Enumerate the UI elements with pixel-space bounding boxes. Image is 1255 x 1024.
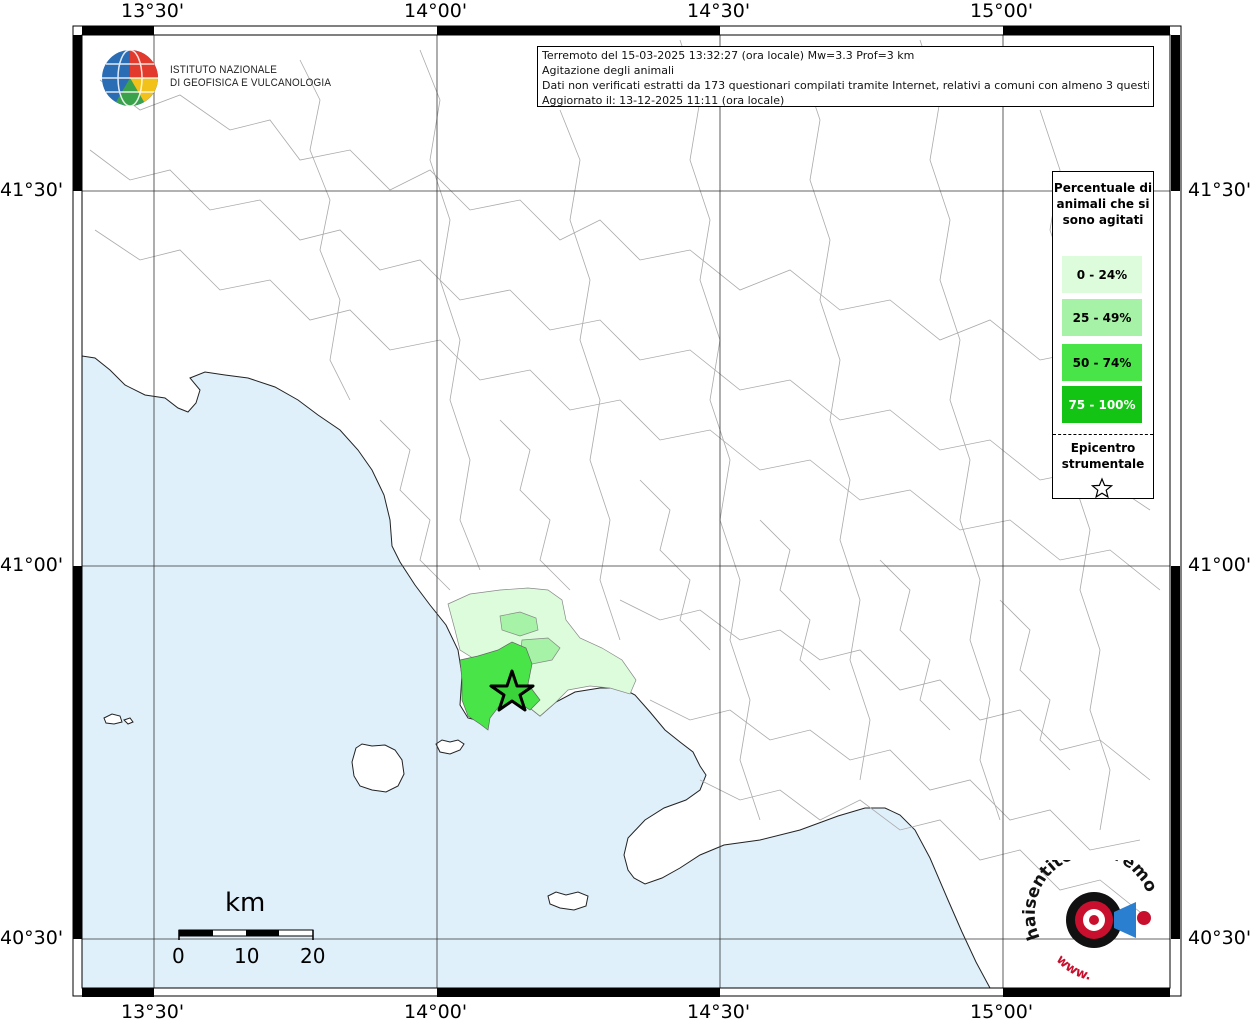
lat-label-right-3: 40°30'	[1188, 927, 1252, 949]
lon-label-bottom-1: 13°30'	[121, 1001, 185, 1023]
legend-class-4: 75 - 100%	[1062, 386, 1142, 423]
legend-epicenter-label: Epicentro strumentale	[1061, 441, 1145, 471]
legend-title: Percentuale di animali che si sono agita…	[1053, 181, 1153, 227]
legend-class-3: 50 - 74%	[1062, 344, 1142, 381]
ischia-island	[351, 743, 405, 793]
lon-label-bottom-2: 14°00'	[404, 1001, 468, 1023]
lon-label-top-4: 15°00'	[970, 0, 1034, 22]
ingv-logo-text: ISTITUTO NAZIONALE DI GEOFISICA E VULCAN…	[170, 64, 331, 90]
scale-tick-20: 20	[300, 944, 326, 968]
lat-label-left-2: 41°00'	[0, 554, 64, 576]
lon-label-top-1: 13°30'	[121, 0, 185, 22]
target-icon	[1066, 892, 1151, 948]
ingv-name-line1: ISTITUTO NAZIONALE	[170, 64, 278, 76]
info-topic-line: Agitazione degli animali	[542, 64, 675, 77]
legend-class-2: 25 - 49%	[1062, 299, 1142, 336]
lat-label-left-1: 41°30'	[0, 179, 64, 201]
star-icon	[1091, 477, 1113, 499]
scale-tick-0: 0	[172, 944, 185, 968]
lat-label-right-1: 41°30'	[1188, 179, 1252, 201]
earthquake-info-box: Terremoto del 15-03-2025 13:32:27 (ora l…	[537, 46, 1154, 107]
hst-url-text: www.	[1053, 952, 1093, 980]
ingv-name-line2: DI GEOFISICA E VULCANOLOGIA	[170, 77, 332, 89]
lon-label-top-3: 14°30'	[687, 0, 751, 22]
legend-class-1: 0 - 24%	[1062, 256, 1142, 293]
ingv-globe-icon	[102, 49, 158, 107]
lon-label-top-2: 14°00'	[404, 0, 468, 22]
info-event-line: Terremoto del 15-03-2025 13:32:27 (ora l…	[542, 49, 915, 62]
scale-tick-10: 10	[234, 944, 260, 968]
legend-divider	[1053, 434, 1153, 435]
lat-label-left-3: 40°30'	[0, 927, 64, 949]
lon-label-bottom-4: 15°00'	[970, 1001, 1034, 1023]
info-data-line: Dati non verificati estratti da 173 ques…	[542, 79, 1149, 92]
legend: Percentuale di animali che si sono agita…	[1052, 171, 1154, 499]
lat-label-right-2: 41°00'	[1188, 554, 1252, 576]
info-updated-line: Aggiornato il: 13-12-2025 11:11 (ora loc…	[542, 94, 785, 107]
lon-label-bottom-3: 14°30'	[687, 1001, 751, 1023]
hst-logo: haisentitoilterremoto.it www.	[1022, 860, 1161, 980]
scale-unit: km	[225, 888, 266, 918]
